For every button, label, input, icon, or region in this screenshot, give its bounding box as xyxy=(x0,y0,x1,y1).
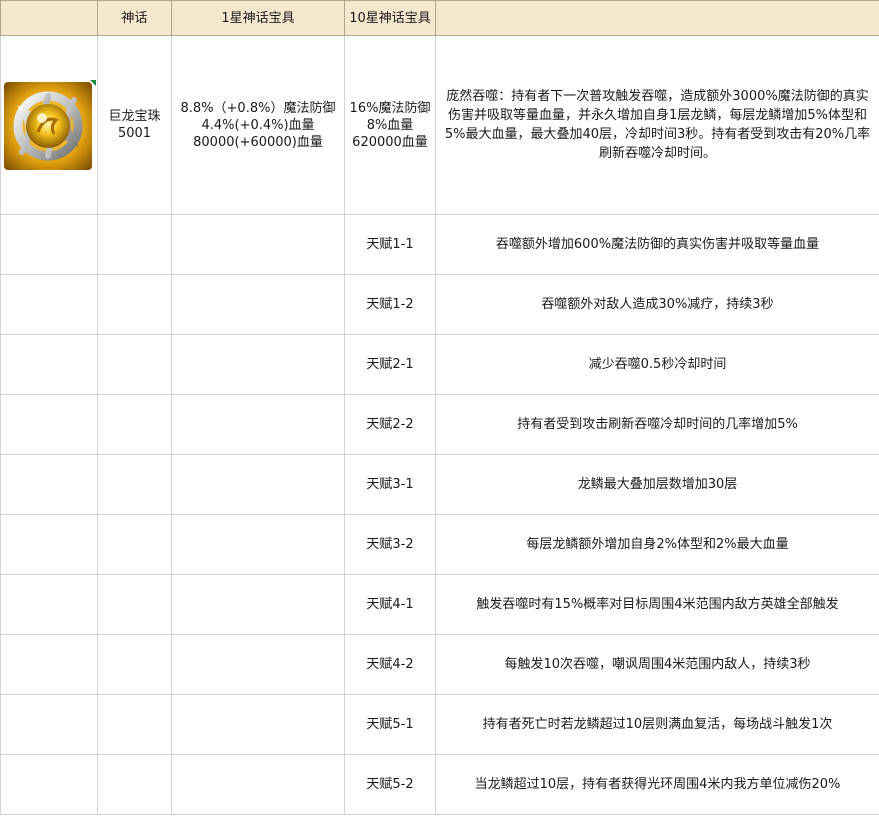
talent-name-cell[interactable]: 天赋1-2 xyxy=(344,274,436,335)
empty-cell[interactable] xyxy=(0,394,98,455)
header-cell-myth[interactable]: 神话 xyxy=(97,0,172,36)
empty-cell[interactable] xyxy=(171,214,345,275)
talent-desc-cell[interactable]: 吞噬额外对敌人造成30%减疗，持续3秒 xyxy=(435,274,879,335)
star1-stat-hp-pct: 4.4%(+0.4%)血量 xyxy=(201,117,315,133)
empty-cell[interactable] xyxy=(97,634,172,695)
table-row: 天赋1-1 吞噬额外增加600%魔法防御的真实伤害并吸取等量血量 xyxy=(0,214,879,275)
talent-desc-cell[interactable]: 当龙鳞超过10层，持有者获得光环周围4米内我方单位减伤20% xyxy=(435,754,879,815)
table-row: 天赋1-2 吞噬额外对敌人造成30%减疗，持续3秒 xyxy=(0,274,879,335)
talent-name-cell[interactable]: 天赋3-1 xyxy=(344,454,436,515)
empty-cell[interactable] xyxy=(171,334,345,395)
star1-stat-mdef: 8.8%（+0.8%）魔法防御 xyxy=(180,100,336,116)
talent-name-cell[interactable]: 天赋2-1 xyxy=(344,334,436,395)
empty-cell[interactable] xyxy=(171,634,345,695)
empty-cell[interactable] xyxy=(0,754,98,815)
header-cell-star10[interactable]: 10星神话宝具 xyxy=(344,0,436,36)
talent-name-cell[interactable]: 天赋4-1 xyxy=(344,574,436,635)
talent-name-cell[interactable]: 天赋5-1 xyxy=(344,694,436,755)
empty-cell[interactable] xyxy=(171,454,345,515)
talent-desc-cell[interactable]: 触发吞噬时有15%概率对目标周围4米范围内敌方英雄全部触发 xyxy=(435,574,879,635)
table-row: 天赋3-2 每层龙鳞额外增加自身2%体型和2%最大血量 xyxy=(0,514,879,575)
empty-cell[interactable] xyxy=(97,574,172,635)
empty-cell[interactable] xyxy=(0,214,98,275)
star10-stat-mdef: 16%魔法防御 xyxy=(349,100,431,116)
table-row: 天赋4-2 每触发10次吞噬，嘲讽周围4米范围内敌人，持续3秒 xyxy=(0,634,879,695)
empty-cell[interactable] xyxy=(171,394,345,455)
talent-desc-cell[interactable]: 每触发10次吞噬，嘲讽周围4米范围内敌人，持续3秒 xyxy=(435,634,879,695)
skill-description: 庞然吞噬：持有者下一次普攻触发吞噬，造成额外3000%魔法防御的真实伤害并吸取等… xyxy=(444,89,871,161)
empty-cell[interactable] xyxy=(0,574,98,635)
empty-cell[interactable] xyxy=(171,694,345,755)
talent-desc-cell[interactable]: 减少吞噬0.5秒冷却时间 xyxy=(435,334,879,395)
talent-name-cell[interactable]: 天赋3-2 xyxy=(344,514,436,575)
table-row: 天赋2-1 减少吞噬0.5秒冷却时间 xyxy=(0,334,879,395)
talent-name-cell[interactable]: 天赋4-2 xyxy=(344,634,436,695)
empty-cell[interactable] xyxy=(171,274,345,335)
header-cell-desc[interactable] xyxy=(435,0,879,36)
talent-name-cell[interactable]: 天赋2-2 xyxy=(344,394,436,455)
spreadsheet-table: 神话 1星神话宝具 10星神话宝具 巨龙宝珠 5001 8.8%（+0.8%）魔… xyxy=(0,0,879,815)
golden-dragon-orb-icon xyxy=(4,80,96,170)
talent-desc-cell[interactable]: 持有者死亡时若龙鳞超过10层则满血复活，每场战斗触发1次 xyxy=(435,694,879,755)
header-row: 神话 1星神话宝具 10星神话宝具 xyxy=(0,0,879,36)
empty-cell[interactable] xyxy=(97,454,172,515)
table-row: 天赋2-2 持有者受到攻击刷新吞噬冷却时间的几率增加5% xyxy=(0,394,879,455)
item-name-cell[interactable]: 巨龙宝珠 5001 xyxy=(97,35,172,215)
item-id: 5001 xyxy=(117,126,152,141)
star10-stats-cell[interactable]: 16%魔法防御 8%血量 620000血量 xyxy=(344,35,436,215)
star10-stat-hp-pct: 8%血量 xyxy=(366,117,414,133)
table-row: 天赋5-2 当龙鳞超过10层，持有者获得光环周围4米内我方单位减伤20% xyxy=(0,754,879,815)
empty-cell[interactable] xyxy=(97,214,172,275)
empty-cell[interactable] xyxy=(171,574,345,635)
header-cell-star1[interactable]: 1星神话宝具 xyxy=(171,0,345,36)
empty-cell[interactable] xyxy=(171,514,345,575)
talent-name-cell[interactable]: 天赋5-2 xyxy=(344,754,436,815)
talent-name-cell[interactable]: 天赋1-1 xyxy=(344,214,436,275)
table-row: 天赋5-1 持有者死亡时若龙鳞超过10层则满血复活，每场战斗触发1次 xyxy=(0,694,879,755)
talent-desc-cell[interactable]: 每层龙鳞额外增加自身2%体型和2%最大血量 xyxy=(435,514,879,575)
item-icon-cell[interactable] xyxy=(0,35,98,215)
empty-cell[interactable] xyxy=(97,274,172,335)
talent-desc-cell[interactable]: 吞噬额外增加600%魔法防御的真实伤害并吸取等量血量 xyxy=(435,214,879,275)
empty-cell[interactable] xyxy=(97,334,172,395)
star1-stat-hp: 80000(+60000)血量 xyxy=(193,134,323,150)
empty-cell[interactable] xyxy=(0,334,98,395)
table-row: 天赋4-1 触发吞噬时有15%概率对目标周围4米范围内敌方英雄全部触发 xyxy=(0,574,879,635)
empty-cell[interactable] xyxy=(97,694,172,755)
talent-desc-cell[interactable]: 龙鳞最大叠加层数增加30层 xyxy=(435,454,879,515)
empty-cell[interactable] xyxy=(97,394,172,455)
table-row: 天赋3-1 龙鳞最大叠加层数增加30层 xyxy=(0,454,879,515)
empty-cell[interactable] xyxy=(97,754,172,815)
skill-desc-cell[interactable]: 庞然吞噬：持有者下一次普攻触发吞噬，造成额外3000%魔法防御的真实伤害并吸取等… xyxy=(435,35,879,215)
talent-desc-cell[interactable]: 持有者受到攻击刷新吞噬冷却时间的几率增加5% xyxy=(435,394,879,455)
item-row: 巨龙宝珠 5001 8.8%（+0.8%）魔法防御 4.4%(+0.4%)血量 … xyxy=(0,35,879,215)
empty-cell[interactable] xyxy=(0,514,98,575)
empty-cell[interactable] xyxy=(0,454,98,515)
star10-stat-hp: 620000血量 xyxy=(352,134,428,150)
comment-marker-icon xyxy=(90,80,96,86)
item-name: 巨龙宝珠 xyxy=(108,109,161,124)
empty-cell[interactable] xyxy=(171,754,345,815)
header-cell-icon[interactable] xyxy=(0,0,98,36)
empty-cell[interactable] xyxy=(0,634,98,695)
empty-cell[interactable] xyxy=(0,274,98,335)
star1-stats-cell[interactable]: 8.8%（+0.8%）魔法防御 4.4%(+0.4%)血量 80000(+600… xyxy=(171,35,345,215)
empty-cell[interactable] xyxy=(0,694,98,755)
empty-cell[interactable] xyxy=(97,514,172,575)
